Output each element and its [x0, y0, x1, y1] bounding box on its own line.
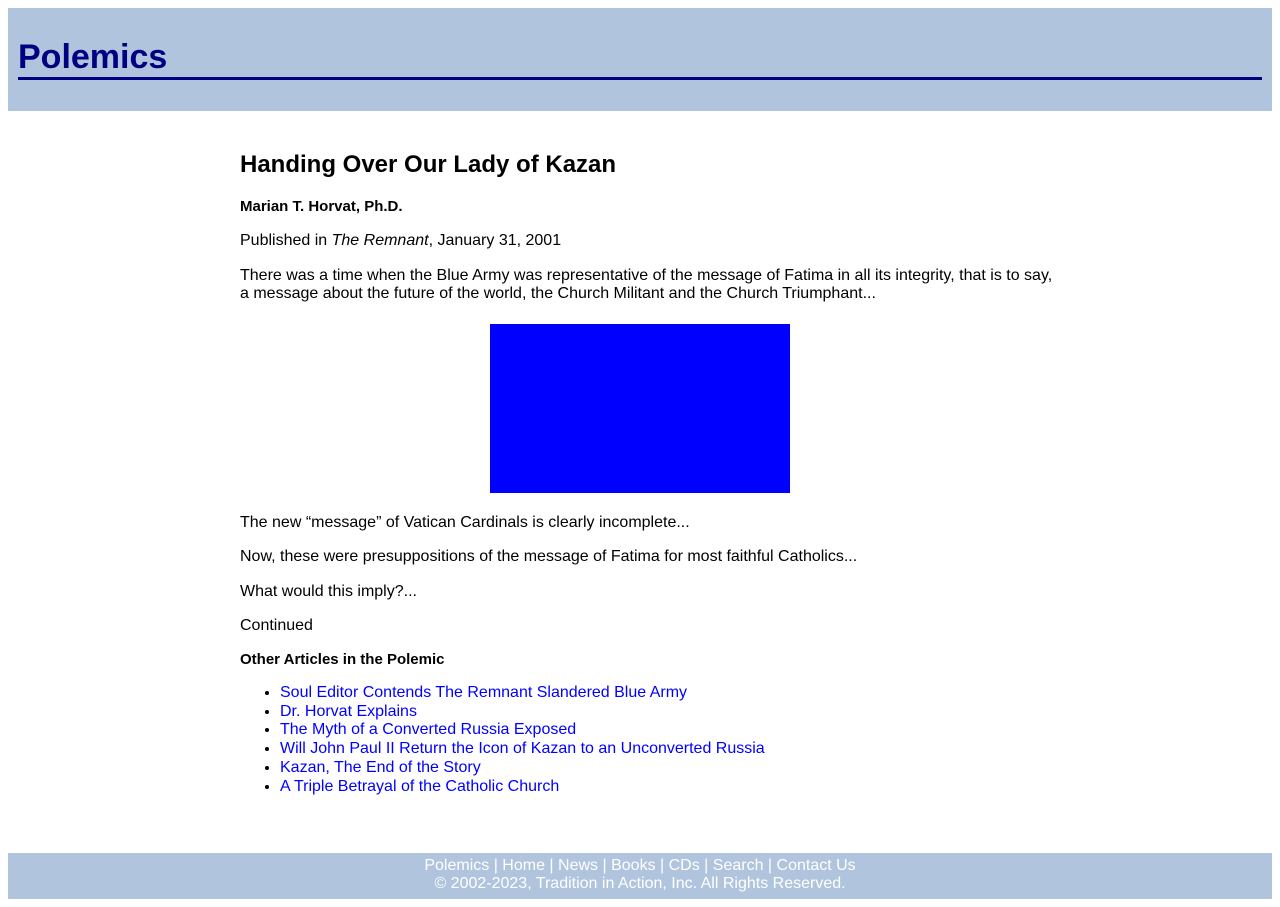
- copyright-text: © 2002-2023, Tradition in Action, Inc. A…: [434, 875, 846, 892]
- footer-link-news[interactable]: News: [558, 857, 598, 874]
- footer-link-home[interactable]: Home: [502, 857, 545, 874]
- article-link[interactable]: Will John Paul II Return the Icon of Kaz…: [280, 740, 765, 757]
- list-item: Kazan, The End of the Story: [280, 759, 765, 778]
- list-item: Soul Editor Contends The Remnant Slander…: [280, 684, 765, 703]
- list-item: Dr. Horvat Explains: [280, 703, 765, 722]
- footer-separator: |: [489, 857, 503, 874]
- footer-nav: Polemics | Home | News | Books | CDs | S…: [8, 857, 1272, 875]
- article-link[interactable]: Kazan, The End of the Story: [280, 759, 481, 776]
- article-image: [490, 324, 790, 493]
- footer-link-contact[interactable]: Contact Us: [777, 857, 856, 874]
- footer-link-search[interactable]: Search: [713, 857, 764, 874]
- footer-separator: |: [699, 857, 713, 874]
- page-title: Polemics: [18, 37, 1262, 80]
- intro-paragraph: There was a time when the Blue Army was …: [240, 267, 1053, 302]
- article-link[interactable]: A Triple Betrayal of the Catholic Church: [280, 778, 559, 795]
- footer-link-polemics[interactable]: Polemics: [424, 857, 489, 874]
- paragraph-3: What would this imply?...: [240, 583, 417, 600]
- publication-source: The Remnant: [331, 232, 429, 249]
- publication-date: , January 31, 2001: [428, 232, 562, 249]
- footer-separator: |: [544, 857, 559, 874]
- footer-separator: |: [655, 857, 669, 874]
- other-articles-heading: Other Articles in the Polemic: [240, 651, 445, 668]
- other-articles-list: Soul Editor Contends The Remnant Slander…: [240, 684, 765, 796]
- footer-link-cds[interactable]: CDs: [669, 857, 700, 874]
- list-item: Will John Paul II Return the Icon of Kaz…: [280, 740, 765, 759]
- paragraph-2: Now, these were presuppositions of the m…: [240, 548, 858, 565]
- list-item: A Triple Betrayal of the Catholic Church: [280, 778, 765, 797]
- page-header: Polemics: [8, 8, 1272, 111]
- footer-separator: |: [598, 857, 612, 874]
- article-link[interactable]: Soul Editor Contends The Remnant Slander…: [280, 684, 687, 701]
- article-title: Handing Over Our Lady of Kazan: [240, 151, 617, 178]
- publication-line: Published in The Remnant, January 31, 20…: [240, 232, 561, 250]
- continued-text: Continued: [240, 617, 313, 634]
- page-footer: Polemics | Home | News | Books | CDs | S…: [8, 853, 1272, 899]
- paragraph-1: The new “message” of Vatican Cardinals i…: [240, 514, 690, 531]
- footer-link-books[interactable]: Books: [611, 857, 655, 874]
- article-link[interactable]: Dr. Horvat Explains: [280, 703, 417, 720]
- list-item: The Myth of a Converted Russia Exposed: [280, 721, 765, 740]
- article-link[interactable]: The Myth of a Converted Russia Exposed: [280, 721, 576, 738]
- publication-prefix: Published in: [240, 232, 332, 249]
- footer-separator: |: [763, 857, 777, 874]
- article-author: Marian T. Horvat, Ph.D.: [240, 198, 403, 215]
